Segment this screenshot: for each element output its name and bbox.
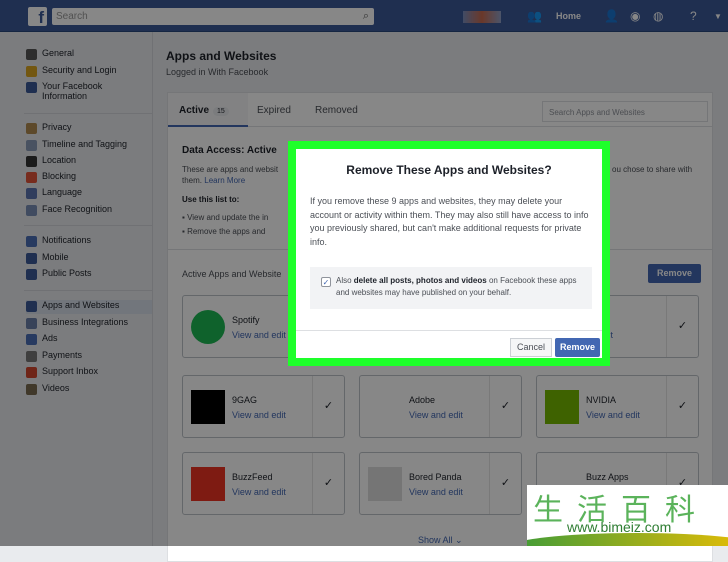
watermark-url: www.bimeiz.com bbox=[567, 519, 672, 535]
highlight-frame: Remove These Apps and Websites? If you r… bbox=[288, 141, 610, 366]
confirm-remove-button[interactable]: Remove bbox=[555, 338, 600, 357]
cancel-button[interactable]: Cancel bbox=[510, 338, 552, 357]
check-text-pre: Also bbox=[336, 276, 354, 285]
check-text-bold: delete all posts, photos and videos bbox=[353, 276, 487, 285]
dialog-divider bbox=[296, 330, 602, 331]
delete-posts-option: ✓ Also delete all posts, photos and vide… bbox=[310, 267, 592, 309]
remove-apps-dialog: Remove These Apps and Websites? If you r… bbox=[296, 149, 602, 358]
dialog-body: If you remove these 9 apps and websites,… bbox=[310, 196, 589, 247]
watermark-logo: 生活百科 www.bimeiz.com bbox=[527, 485, 728, 546]
dialog-title: Remove These Apps and Websites? bbox=[346, 163, 552, 177]
delete-posts-checkbox[interactable]: ✓ bbox=[321, 277, 331, 287]
